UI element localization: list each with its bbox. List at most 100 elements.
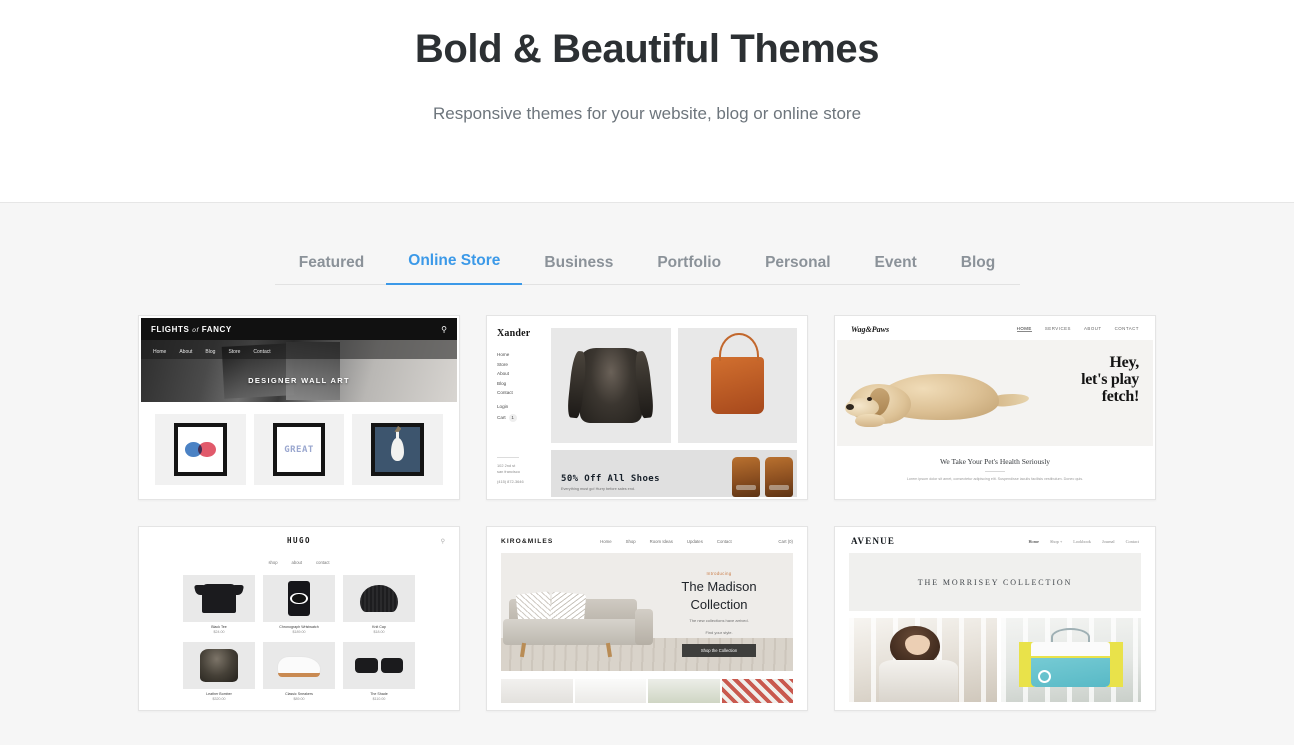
collection-title: THE MORRISEY COLLECTION: [917, 577, 1073, 587]
model-photo: [849, 618, 997, 702]
nav-item: Store: [497, 361, 508, 367]
tab-event[interactable]: Event: [853, 254, 939, 285]
promo-banner: 50% Off All Shoes Everything must go! Hu…: [551, 450, 797, 497]
nav-item: About: [179, 349, 193, 355]
image-strip: [501, 679, 793, 703]
page-header: Bold & Beautiful Themes Responsive theme…: [0, 0, 1294, 203]
venn-circles-art: [184, 441, 216, 458]
product-item: Chronograph Wristwatch $189.00: [263, 575, 335, 634]
theme-card-avenue[interactable]: AVENUE Home Shop + Lookbook Journal Cont…: [834, 526, 1156, 711]
brand-logo-italic: of: [192, 326, 199, 334]
product-image: [183, 642, 255, 689]
cart-label: Cart: [497, 415, 506, 420]
theme-preview: KIRO&MILES Home Shop Room Ideas Updates …: [489, 529, 805, 708]
theme-card-flights-of-fancy[interactable]: FLIGHTS of FANCY ⚲ Home About Blog Store…: [138, 315, 460, 500]
brand-logo: FLIGHTS of FANCY: [151, 325, 232, 334]
tab-featured[interactable]: Featured: [277, 254, 386, 285]
nav-item: Updates: [686, 538, 703, 544]
nav-item: ABOUT: [1083, 326, 1102, 331]
theme-preview: AVENUE Home Shop + Lookbook Journal Cont…: [837, 529, 1153, 708]
product-price: $89.00: [293, 697, 305, 701]
nav-item: Store: [228, 349, 241, 355]
nav-item: SERVICES: [1044, 326, 1071, 331]
subsection-paragraph: Lorem ipsum dolor sit amet, consectetur …: [906, 477, 1084, 481]
nav-item: Shop +: [1049, 538, 1063, 544]
nav-item: Home: [153, 349, 167, 355]
headline-line: The Madison: [681, 579, 757, 594]
strip-tile: [501, 679, 573, 703]
nav-item: about: [291, 560, 303, 565]
product-image: [263, 575, 335, 622]
hero-paragraph: Find your style.: [705, 630, 733, 635]
theme-gallery-page: Bold & Beautiful Themes Responsive theme…: [0, 0, 1294, 745]
image-row: [849, 618, 1141, 702]
theme-grid: FLIGHTS of FANCY ⚲ Home About Blog Store…: [138, 285, 1156, 711]
product-price: $320.00: [212, 697, 226, 701]
hero-headline: DESIGNER WALL ART: [248, 376, 350, 385]
product-image: [183, 575, 255, 622]
product-name: Knit Cap: [372, 625, 386, 629]
product-item: The Shade $110.00: [343, 642, 415, 701]
theme-card-kiro-and-miles[interactable]: KIRO&MILES Home Shop Room Ideas Updates …: [486, 526, 808, 711]
nav-item: About: [497, 371, 510, 376]
picture-frame: GREAT: [272, 423, 326, 476]
theme-preview: Wag&Paws HOME SERVICES ABOUT CONTACT Hey…: [837, 318, 1153, 497]
shop-collection-button: Shop the Collection: [682, 644, 756, 657]
art-tile: GREAT: [253, 414, 345, 485]
cart-count-badge: 1: [508, 413, 517, 422]
nav-item: Shop: [625, 538, 636, 544]
nav-item: Contact: [1125, 538, 1139, 544]
tab-blog[interactable]: Blog: [939, 254, 1017, 285]
preview-nav: Home About Blog Store Contact: [141, 340, 457, 359]
theme-card-xander[interactable]: Xander Home Store About Blog Contact Log…: [486, 315, 808, 500]
brand-logo-main: FLIGHTS: [151, 324, 190, 334]
hero-headline: Hey, let's play fetch!: [1081, 354, 1139, 405]
brand-logo-tail: FANCY: [201, 324, 232, 334]
promo-subtitle: Everything must go! Hurry before sales e…: [561, 487, 636, 491]
strip-tile: [574, 679, 646, 703]
headline-line: Hey,: [1109, 354, 1140, 371]
nav-item: Home: [600, 538, 612, 544]
preview-header: AVENUE Home Shop + Lookbook Journal Cont…: [837, 529, 1153, 553]
themes-section: Featured Online Store Business Portfolio…: [0, 203, 1294, 745]
nav-item: HOME: [1016, 326, 1032, 332]
sofa-image: [503, 591, 653, 658]
tote-bag-image: [710, 332, 764, 415]
theme-preview: FLIGHTS of FANCY ⚲ Home About Blog Store…: [141, 318, 457, 497]
tab-online-store[interactable]: Online Store: [386, 252, 523, 285]
nav-item: Contact: [716, 538, 732, 544]
nav-item: Contact: [253, 349, 271, 355]
product-price: $18.00: [373, 630, 385, 634]
promo-title: 50% Off All Shoes: [561, 474, 660, 484]
picture-frame: [174, 423, 227, 476]
login-link: Login: [497, 404, 509, 409]
preview-header: KIRO&MILES Home Shop Room Ideas Updates …: [489, 529, 805, 553]
cart-link: Cart 1: [497, 413, 551, 422]
hero-copy: Introducing The Madison Collection The n…: [655, 571, 783, 657]
brand-logo: KIRO&MILES: [501, 537, 554, 545]
account-links: Login Cart 1: [497, 404, 551, 422]
tab-personal[interactable]: Personal: [743, 254, 852, 285]
theme-card-hugo[interactable]: HUGO ⚲ shop about contact Black Tee $24.…: [138, 526, 460, 711]
tab-business[interactable]: Business: [522, 254, 635, 285]
category-tabs: Featured Online Store Business Portfolio…: [274, 203, 1020, 285]
preview-header: FLIGHTS of FANCY ⚲: [141, 318, 457, 340]
product-item: Knit Cap $18.00: [343, 575, 415, 634]
product-name: Chronograph Wristwatch: [279, 625, 319, 629]
search-icon: ⚲: [440, 539, 445, 545]
divider: [985, 471, 1005, 472]
phone-number: (415) 872-3646: [497, 479, 524, 484]
art-tile: [352, 414, 444, 485]
collection-band: THE MORRISEY COLLECTION: [849, 553, 1141, 611]
theme-preview: Xander Home Store About Blog Contact Log…: [489, 318, 805, 497]
page-subtitle: Responsive themes for your website, blog…: [432, 104, 862, 123]
preview-nav: Home Store About Blog Contact: [497, 352, 551, 395]
theme-card-wag-and-paws[interactable]: Wag&Paws HOME SERVICES ABOUT CONTACT Hey…: [834, 315, 1156, 500]
product-image: [263, 642, 335, 689]
hero-banner: Home About Blog Store Contact DESIGNER W…: [141, 340, 457, 402]
preview-nav: HOME SERVICES ABOUT CONTACT: [1016, 326, 1139, 332]
address-line: san francisco: [497, 469, 520, 474]
product-area: 50% Off All Shoes Everything must go! Hu…: [551, 318, 805, 497]
tab-portfolio[interactable]: Portfolio: [635, 254, 743, 285]
headline-line: Collection: [690, 597, 748, 612]
